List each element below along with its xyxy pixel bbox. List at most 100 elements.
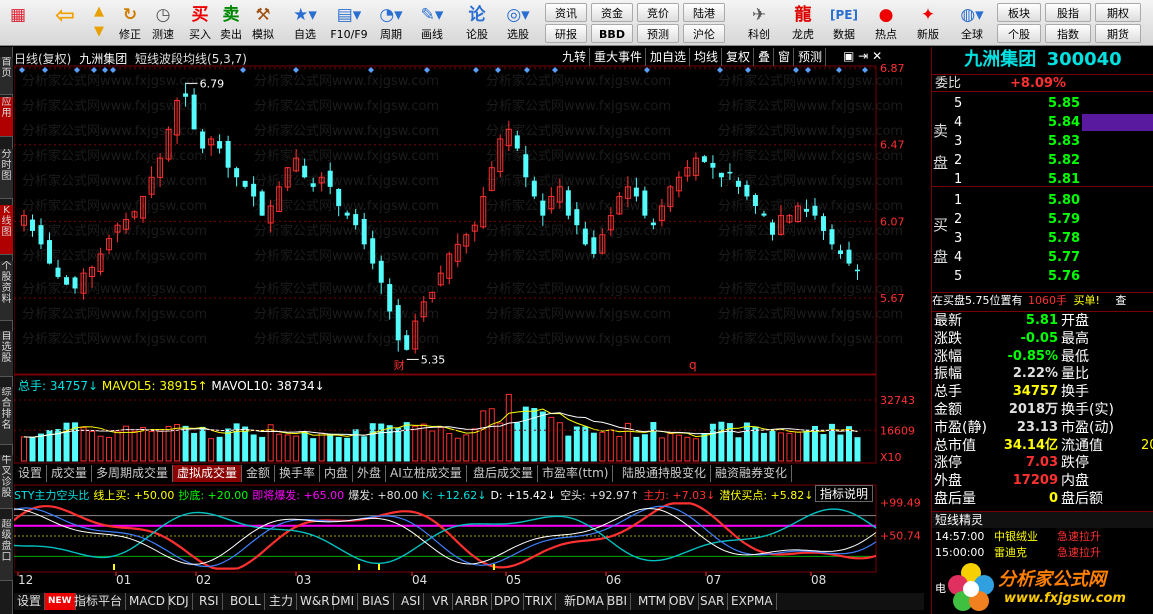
indicator-tab-2[interactable]: 指标平台 xyxy=(71,593,127,610)
volume-tab-3[interactable]: 虚拟成交量 xyxy=(173,465,243,482)
tab-apps[interactable]: 应用 xyxy=(0,97,13,137)
indicator-tab-7[interactable]: 主力 xyxy=(266,593,298,610)
bbd-button[interactable]: BBD xyxy=(591,24,633,43)
chart-top-button-1[interactable]: 重大事件 xyxy=(591,48,647,66)
sell-row[interactable]: 2 5.82 xyxy=(952,151,1153,170)
volume-tab-11[interactable]: 陆股通持股变化 xyxy=(618,465,712,482)
volume-tab-8[interactable]: AI立桩成交量 xyxy=(386,465,467,482)
tab-home[interactable]: 首页 xyxy=(0,57,13,95)
sell-row[interactable]: 5 5.85 xyxy=(952,94,1153,113)
arrow-right-icon[interactable]: ⇥ xyxy=(858,49,868,63)
buy-row[interactable]: 1 5.80 xyxy=(952,191,1153,210)
up-down-button[interactable]: ▲ ▼ xyxy=(86,2,112,44)
indicator-tab-9[interactable]: DMI xyxy=(328,593,359,610)
buy-row[interactable]: 5 5.76 xyxy=(952,267,1153,286)
futures-button[interactable]: 期货 xyxy=(1095,24,1141,43)
indicator-tab-13[interactable]: ARBR xyxy=(452,593,493,610)
sell-row[interactable]: 3 5.83 xyxy=(952,132,1153,151)
watchlist-button[interactable]: ★▾ 自选 xyxy=(285,2,325,44)
indicator-tab-17[interactable]: BBI xyxy=(604,593,632,610)
discuss-button[interactable]: 论论股 xyxy=(461,2,493,44)
chart-top-button-6[interactable]: 窗 xyxy=(775,48,795,66)
star-market-button[interactable]: ✈ 科创 xyxy=(740,2,778,44)
volume-tab-12[interactable]: 融资融券变化 xyxy=(711,465,793,482)
indicator-tab-14[interactable]: DPO xyxy=(491,593,524,610)
back-button[interactable]: ⇦ xyxy=(48,2,82,44)
indicator-tab-19[interactable]: OBV xyxy=(666,593,699,610)
chart-top-button-4[interactable]: 复权 xyxy=(723,48,755,66)
shanghai-london-button[interactable]: 沪伦 xyxy=(683,24,725,43)
f10-button[interactable]: ▤▾ F10/F9 xyxy=(328,2,370,44)
global-button[interactable]: ◍▾ 全球 xyxy=(952,2,992,44)
chart-top-button-3[interactable]: 均线 xyxy=(691,48,723,66)
hk-connect-button[interactable]: 陆港 xyxy=(683,3,725,22)
simulate-button[interactable]: ⚒ 模拟 xyxy=(248,2,278,44)
volume-tab-7[interactable]: 外盘 xyxy=(353,465,387,482)
volume-tab-6[interactable]: 内盘 xyxy=(320,465,354,482)
auction-button[interactable]: 竞价 xyxy=(637,3,679,22)
order-notice[interactable]: 在买盘5.75位置有 1060手 买单! 查 xyxy=(932,292,1153,308)
picture-icon[interactable]: ▣ xyxy=(843,49,854,63)
refresh-button[interactable]: ↻ 修正 xyxy=(117,2,143,44)
sector-button[interactable]: 板块 xyxy=(997,3,1041,22)
options-button[interactable]: 期权 xyxy=(1095,3,1141,22)
dragon-tiger-button[interactable]: 龍龙虎 xyxy=(784,2,822,44)
indicator-tab-5[interactable]: RSI xyxy=(196,593,223,610)
indicator-tab-20[interactable]: SAR xyxy=(697,593,729,610)
tab-intraday[interactable]: 分时图 xyxy=(0,149,13,199)
volume-tab-2[interactable]: 多周期成交量 xyxy=(92,465,174,482)
indicator-tab-16[interactable]: 新DMA xyxy=(561,593,608,610)
draw-line-button[interactable]: ✎▾ 画线 xyxy=(414,2,450,44)
speed-test-button[interactable]: ◷ 测速 xyxy=(148,2,178,44)
tab-ranking[interactable]: 综合排名 xyxy=(0,387,13,445)
indicator-tab-0[interactable]: 设置 xyxy=(14,593,46,610)
buy-row[interactable]: 2 5.79 xyxy=(952,210,1153,229)
chart-top-button-0[interactable]: 九转 xyxy=(559,48,591,66)
volume-tab-9[interactable]: 盘后成交量 xyxy=(469,465,539,482)
indicator-tab-12[interactable]: VR xyxy=(429,593,453,610)
indicator-help-button[interactable]: 指标说明 xyxy=(815,485,874,502)
tab-profile[interactable]: 个股资料 xyxy=(0,261,13,321)
volume-tab-0[interactable]: 设置 xyxy=(14,465,48,482)
news-button[interactable]: 资讯 xyxy=(545,3,587,22)
new-version-button[interactable]: ✦ 新版 xyxy=(910,2,946,44)
stock-button[interactable]: 个股 xyxy=(997,24,1041,43)
tab-watchlist[interactable]: 自选股 xyxy=(0,331,13,377)
indicator-tab-11[interactable]: ASI xyxy=(398,593,425,610)
stock-pick-button[interactable]: ◎▾ 选股 xyxy=(498,2,538,44)
research-button[interactable]: 研报 xyxy=(545,24,587,43)
indicator-tab-15[interactable]: TRIX xyxy=(522,593,557,610)
buy-button[interactable]: 买买入 xyxy=(186,2,214,44)
indicator-tab-3[interactable]: MACD xyxy=(126,593,169,610)
volume-tab-1[interactable]: 成交量 xyxy=(47,465,93,482)
index-button[interactable]: 指数 xyxy=(1045,24,1091,43)
indicator-tab-21[interactable]: EXPMA xyxy=(728,593,777,610)
index-futures-button[interactable]: 股指 xyxy=(1045,3,1091,22)
volume-tab-10[interactable]: 市盈率(ttm) xyxy=(538,465,614,482)
hotspot-button[interactable]: ● 热点 xyxy=(868,2,904,44)
close-icon[interactable]: ✕ xyxy=(872,49,882,63)
tab-super-board[interactable]: 超级盘口 xyxy=(0,519,13,581)
chart-top-button-2[interactable]: 加自选 xyxy=(647,48,691,66)
buy-row[interactable]: 4 5.77 xyxy=(952,248,1153,267)
indicator-tab-4[interactable]: KDJ xyxy=(165,593,193,610)
indicator-tab-18[interactable]: MTM xyxy=(635,593,671,610)
chart-top-button-7[interactable]: 预测 xyxy=(795,48,827,66)
indicator-tab-6[interactable]: BOLL xyxy=(227,593,265,610)
volume-tab-4[interactable]: 金额 xyxy=(242,465,276,482)
tab-kline[interactable]: K线图 xyxy=(0,205,13,255)
forecast-button[interactable]: 预测 xyxy=(637,24,679,43)
wizard-item[interactable]: 14:57:00 中银绒业 急速拉升 xyxy=(932,529,1153,545)
period-button[interactable]: ◔▾ 周期 xyxy=(372,2,410,44)
sell-button[interactable]: 卖卖出 xyxy=(217,2,245,44)
buy-row[interactable]: 3 5.78 xyxy=(952,229,1153,248)
indicator-tab-10[interactable]: BIAS xyxy=(359,593,394,610)
chart-top-button-5[interactable]: 叠 xyxy=(755,48,775,66)
funds-button[interactable]: 资金 xyxy=(591,3,633,22)
chart-nav-icons[interactable]: ▣ ⇥ ✕ xyxy=(843,49,882,63)
tab-diagnose[interactable]: 牛叉诊股 xyxy=(0,455,13,509)
data-button[interactable]: [PE] 数据 xyxy=(826,2,862,44)
tile-button[interactable]: ▦ xyxy=(2,2,34,44)
kline-chart[interactable]: 6.876.476.075.67分析家公式网www.fxjgsw.com 分析家公… xyxy=(14,47,930,614)
sell-row[interactable]: 4 5.84 xyxy=(952,113,1153,132)
